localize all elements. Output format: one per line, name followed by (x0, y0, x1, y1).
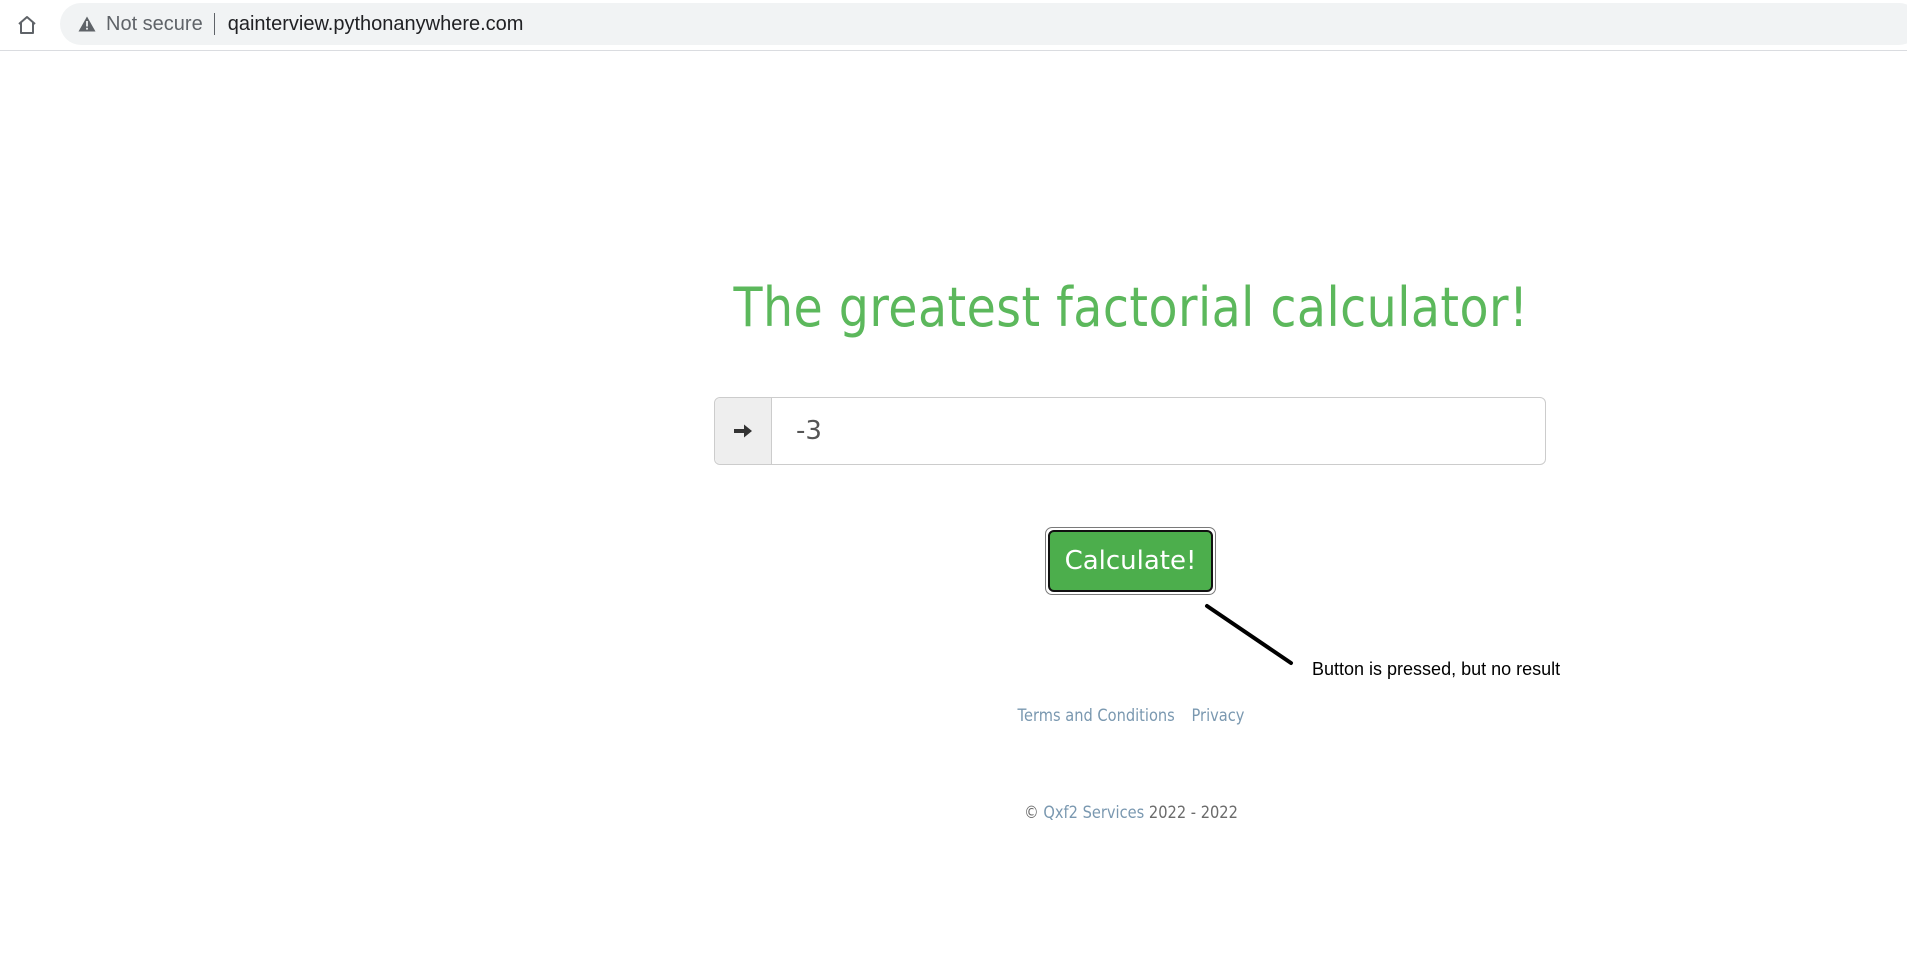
address-separator (213, 13, 215, 35)
home-button[interactable] (14, 12, 40, 38)
calculate-button[interactable]: Calculate! (1045, 527, 1216, 595)
footer-links: Terms and Conditions Privacy (158, 706, 1907, 726)
number-input-group (714, 397, 1546, 465)
copyright-symbol: © (1024, 803, 1039, 823)
annotation-text: Button is pressed, but no result (1312, 659, 1561, 679)
number-input[interactable] (772, 398, 1545, 464)
security-status-label[interactable]: Not secure (106, 13, 203, 36)
copyright: © Qxf2 Services 2022 - 2022 (158, 803, 1907, 823)
calculate-button-label[interactable]: Calculate! (1048, 530, 1213, 592)
privacy-link[interactable]: Privacy (1191, 706, 1244, 726)
company-link[interactable]: Qxf2 Services (1043, 803, 1144, 823)
warning-triangle-icon[interactable] (78, 15, 96, 33)
terms-link[interactable]: Terms and Conditions (1018, 706, 1175, 726)
home-icon (18, 16, 36, 34)
browser-toolbar: Not secure qainterview.pythonanywhere.co… (0, 0, 1907, 51)
copyright-years: 2022 - 2022 (1148, 803, 1238, 823)
arrow-right-icon (734, 424, 752, 438)
url-text[interactable]: qainterview.pythonanywhere.com (228, 13, 524, 36)
page-viewport: Not secure qainterview.pythonanywhere.co… (0, 0, 1907, 958)
page-title: The greatest factorial calculator! (733, 276, 1529, 339)
input-addon (715, 398, 772, 464)
address-bar[interactable]: Not secure qainterview.pythonanywhere.co… (60, 3, 1907, 45)
